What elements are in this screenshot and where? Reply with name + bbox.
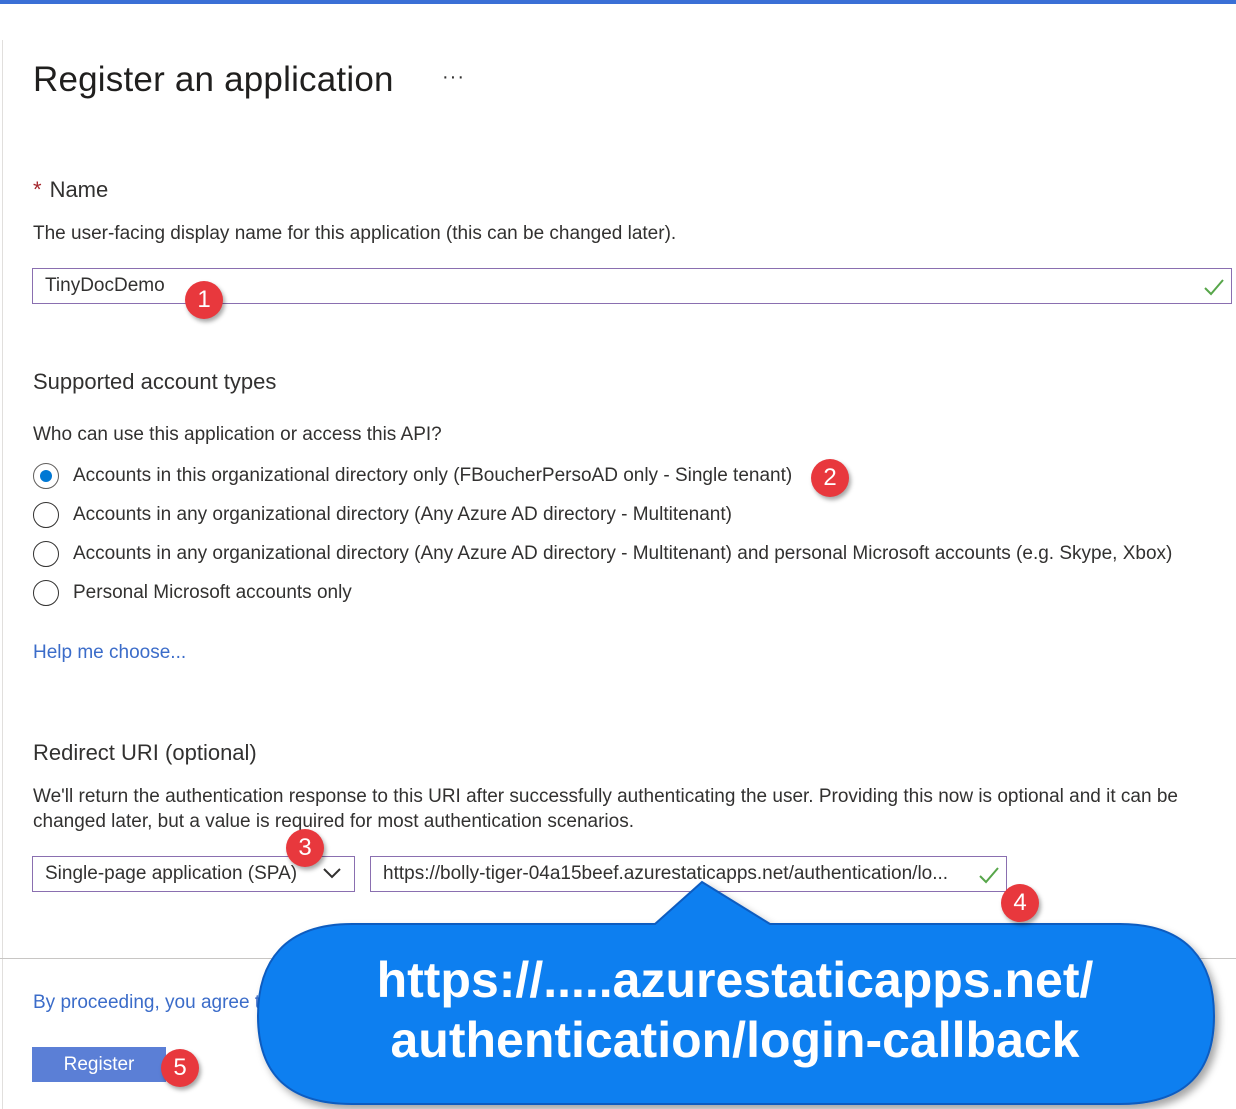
account-option-personal-only[interactable]: Personal Microsoft accounts only (33, 578, 352, 608)
help-me-choose-link[interactable]: Help me choose... (33, 642, 186, 664)
radio-label: Accounts in this organizational director… (73, 465, 793, 486)
more-options-button[interactable]: ··· (442, 66, 465, 89)
valid-check-icon (979, 867, 999, 884)
valid-check-icon (1204, 279, 1224, 296)
left-border (2, 40, 3, 1109)
radio-unselected[interactable] (33, 502, 59, 528)
step-badge-2: 2 (811, 459, 849, 497)
callout-line1: https://.....azurestaticapps.net/ (376, 952, 1094, 1008)
terms-agreement-text: By proceeding, you agree t (33, 992, 261, 1013)
radio-unselected[interactable] (33, 580, 59, 606)
name-input-value: TinyDocDemo (45, 275, 165, 296)
step-badge-1: 1 (185, 281, 223, 319)
step-badge-5: 5 (161, 1049, 199, 1087)
account-option-multitenant-personal[interactable]: Accounts in any organizational directory… (33, 539, 1172, 569)
redirect-uri-value: https://bolly-tiger-04a15beef.azurestati… (383, 863, 949, 884)
callout-line2: authentication/login-callback (390, 1012, 1080, 1068)
step-badge-3: 3 (286, 829, 324, 867)
step-badge-4: 4 (1001, 884, 1039, 922)
account-types-label: Supported account types (33, 369, 277, 394)
redirect-description-line1: We'll return the authentication response… (33, 786, 1178, 807)
account-option-single-tenant[interactable]: Accounts in this organizational director… (33, 461, 792, 491)
radio-selected[interactable] (33, 463, 59, 489)
platform-selected-value: Single-page application (SPA) (45, 863, 298, 884)
radio-label: Accounts in any organizational directory… (73, 543, 1173, 564)
name-label-text: Name (49, 177, 109, 202)
redirect-uri-input[interactable]: https://bolly-tiger-04a15beef.azurestati… (370, 856, 1007, 892)
name-description: The user-facing display name for this ap… (33, 223, 677, 244)
page-title: Register an application (33, 60, 394, 99)
redirect-uri-label: Redirect URI (optional) (33, 740, 257, 765)
account-option-multitenant[interactable]: Accounts in any organizational directory… (33, 500, 732, 530)
name-label: * Name (33, 177, 108, 203)
radio-label: Accounts in any organizational directory… (73, 504, 732, 525)
redirect-description-line2: changed later, but a value is required f… (33, 811, 634, 832)
required-marker: * (33, 177, 42, 202)
register-button[interactable]: Register (32, 1047, 166, 1082)
account-types-question: Who can use this application or access t… (33, 424, 442, 445)
callout-text: https://.....azurestaticapps.net/ authen… (260, 950, 1210, 1070)
top-accent-bar (0, 0, 1236, 4)
radio-unselected[interactable] (33, 541, 59, 567)
radio-label: Personal Microsoft accounts only (73, 582, 352, 603)
chevron-down-icon (323, 868, 341, 879)
